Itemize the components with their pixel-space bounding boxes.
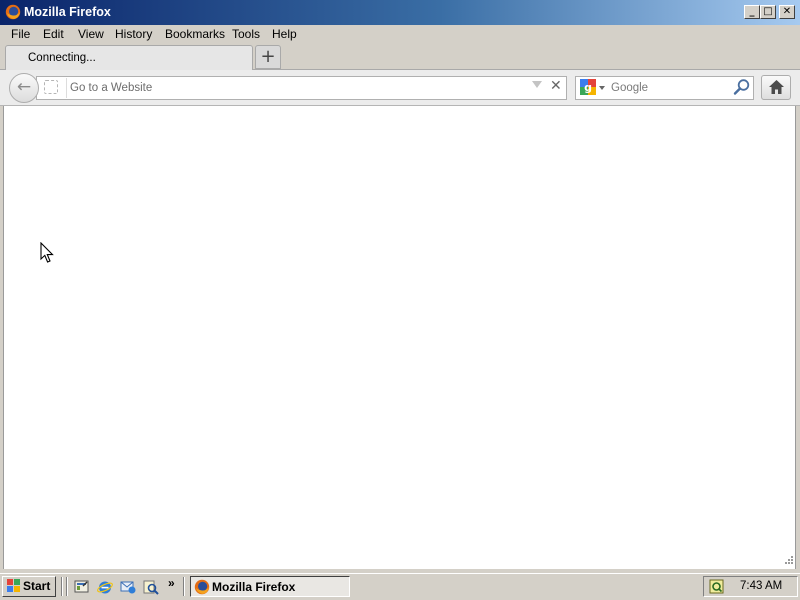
search-icon[interactable] xyxy=(733,78,751,96)
internet-explorer-icon[interactable] xyxy=(97,579,113,595)
site-identity-icon[interactable] xyxy=(44,80,58,94)
close-window-button[interactable]: ✕ xyxy=(779,5,795,19)
menu-view[interactable]: View xyxy=(78,27,104,41)
back-button[interactable]: ← xyxy=(9,73,39,103)
search-icon[interactable] xyxy=(143,579,159,595)
tab-label: Connecting... xyxy=(28,52,96,64)
search-input[interactable] xyxy=(608,78,733,98)
firefox-icon xyxy=(194,579,210,595)
quick-launch-more[interactable]: » xyxy=(168,576,175,590)
back-arrow-icon: ← xyxy=(16,77,32,97)
start-button[interactable]: Start xyxy=(2,576,56,597)
svg-text:g: g xyxy=(584,81,592,94)
stop-icon[interactable]: ✕ xyxy=(550,78,562,94)
taskbar-separator xyxy=(61,577,63,596)
network-status-icon[interactable] xyxy=(709,579,724,594)
page-content[interactable] xyxy=(3,106,796,569)
taskbar-firefox-label: Mozilla Firefox xyxy=(212,580,296,594)
maximize-icon: □ xyxy=(763,6,773,17)
home-button[interactable] xyxy=(761,75,791,100)
start-label: Start xyxy=(23,579,51,593)
home-icon xyxy=(769,80,784,94)
taskbar-firefox-button[interactable]: Mozilla Firefox xyxy=(190,576,350,597)
system-tray: 7:43 AM xyxy=(703,576,798,597)
search-engine-dropdown-icon[interactable] xyxy=(599,86,605,90)
tab-active[interactable]: Connecting... xyxy=(5,45,253,71)
menu-tools[interactable]: Tools xyxy=(232,27,260,41)
menu-help[interactable]: Help xyxy=(272,27,297,41)
menu-edit[interactable]: Edit xyxy=(43,27,64,41)
taskbar-separator xyxy=(183,577,185,596)
google-icon[interactable]: g xyxy=(580,79,596,95)
window-title: Mozilla Firefox xyxy=(24,5,111,19)
menu-history[interactable]: History xyxy=(115,27,152,41)
firefox-icon xyxy=(5,4,21,20)
url-input[interactable] xyxy=(66,78,530,98)
url-dropdown-icon[interactable] xyxy=(532,81,542,88)
close-icon: ✕ xyxy=(782,6,792,17)
outlook-express-icon[interactable] xyxy=(120,579,136,595)
taskbar-separator xyxy=(66,577,68,596)
new-tab-button[interactable]: + xyxy=(255,45,281,69)
show-desktop-icon[interactable] xyxy=(74,579,90,595)
clock[interactable]: 7:43 AM xyxy=(740,580,782,592)
mouse-cursor-icon xyxy=(40,242,54,263)
minimize-button[interactable]: _ xyxy=(744,5,760,19)
title-bar[interactable]: Mozilla Firefox xyxy=(0,0,800,25)
menu-file[interactable]: File xyxy=(11,27,30,41)
menu-bookmarks[interactable]: Bookmarks xyxy=(165,27,225,41)
minimize-icon: _ xyxy=(749,6,755,17)
windows-logo-icon xyxy=(7,579,20,592)
plus-icon: + xyxy=(260,46,276,67)
maximize-button[interactable]: □ xyxy=(760,5,776,19)
resize-grip-icon[interactable] xyxy=(782,555,794,567)
